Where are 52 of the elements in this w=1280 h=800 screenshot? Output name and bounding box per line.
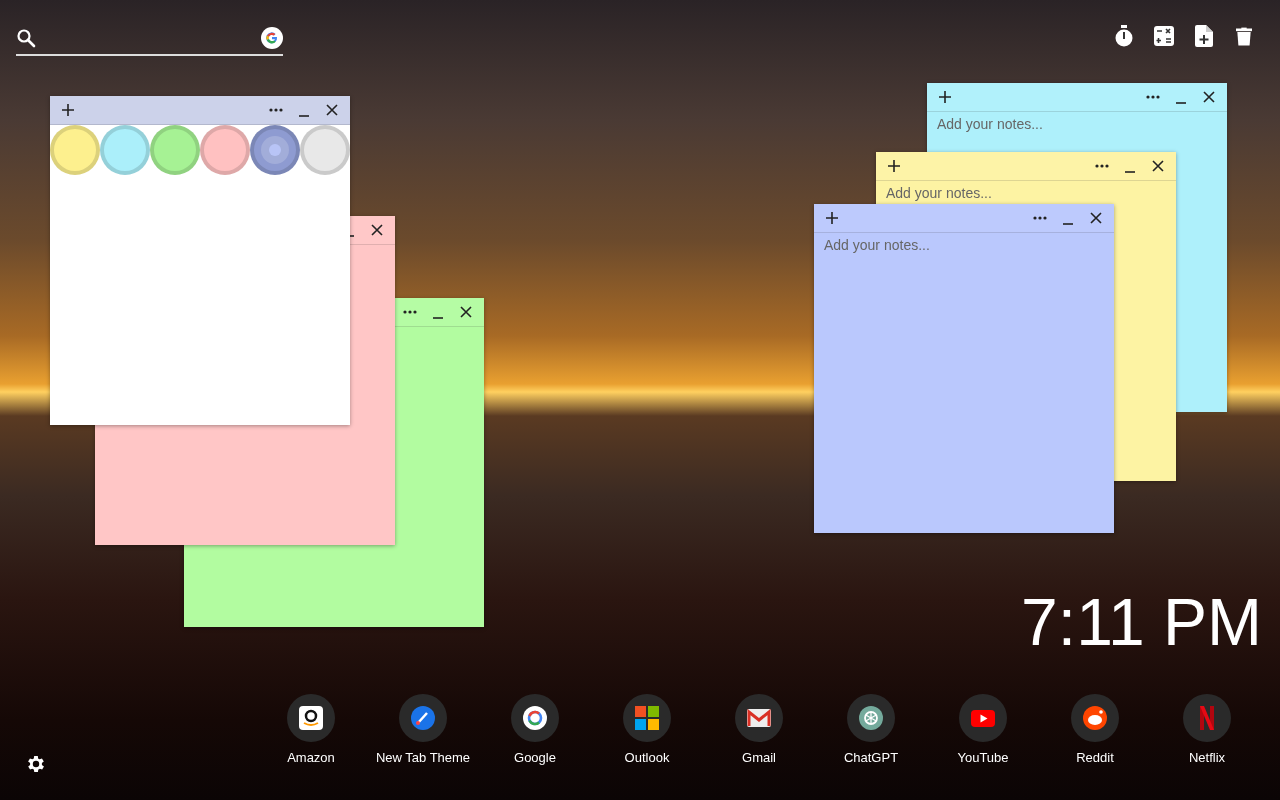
shortcut-label: Netflix xyxy=(1188,750,1226,765)
close-icon xyxy=(1152,160,1164,172)
color-swatch[interactable] xyxy=(150,125,200,175)
plus-icon xyxy=(826,212,838,224)
four-squares-icon xyxy=(635,706,659,730)
note-text-field[interactable]: Add your notes... xyxy=(814,233,1114,255)
minimize-icon xyxy=(299,115,309,117)
close-icon xyxy=(326,104,338,116)
note-text-field[interactable]: Add your notes... xyxy=(876,181,1176,203)
minimize-icon xyxy=(1176,102,1186,104)
calculator-button[interactable] xyxy=(1152,24,1176,48)
close-icon xyxy=(460,306,472,318)
close-icon xyxy=(1090,212,1102,224)
clock-time: 7:11 PM xyxy=(1021,584,1262,661)
brush-logo-icon xyxy=(411,706,435,730)
new-note-button[interactable] xyxy=(1192,24,1216,48)
color-swatch[interactable] xyxy=(300,125,350,175)
plus-icon xyxy=(62,104,74,116)
shortcut-label: Outlook xyxy=(624,750,670,765)
color-swatch[interactable] xyxy=(250,125,300,175)
knot-logo-icon xyxy=(859,706,883,730)
google-icon[interactable] xyxy=(261,27,283,49)
plus-icon xyxy=(939,91,951,103)
ring-logo-icon xyxy=(523,706,547,730)
more-icon xyxy=(269,108,283,112)
color-swatch[interactable] xyxy=(100,125,150,175)
shortcut-label: Reddit xyxy=(1076,750,1114,765)
more-icon xyxy=(1146,95,1160,99)
round-logo-icon xyxy=(1083,706,1107,730)
shortcut-label: New Tab Theme xyxy=(375,750,471,765)
envelope-icon xyxy=(747,709,771,727)
shortcut-label: Amazon xyxy=(287,750,335,765)
search-icon xyxy=(16,28,36,48)
note-text-field[interactable]: Add your notes... xyxy=(927,112,1227,134)
close-icon xyxy=(1203,91,1215,103)
more-icon xyxy=(1033,216,1047,220)
play-icon xyxy=(971,709,995,727)
minimize-icon xyxy=(1063,223,1073,225)
color-swatch[interactable] xyxy=(200,125,250,175)
shortcut-label: Gmail xyxy=(742,750,776,765)
smile-logo-icon xyxy=(299,706,323,730)
more-icon xyxy=(1095,164,1109,168)
plus-icon xyxy=(888,160,900,172)
shortcut-label: YouTube xyxy=(957,750,1009,765)
more-icon xyxy=(403,310,417,314)
shortcut-label: Google xyxy=(514,750,556,765)
color-swatch[interactable] xyxy=(50,125,100,175)
letter-n-logo-icon xyxy=(1199,706,1215,730)
minimize-icon xyxy=(433,317,443,319)
minimize-icon xyxy=(1125,171,1135,173)
close-icon xyxy=(371,224,383,236)
shortcut-label: ChatGPT xyxy=(843,750,899,765)
